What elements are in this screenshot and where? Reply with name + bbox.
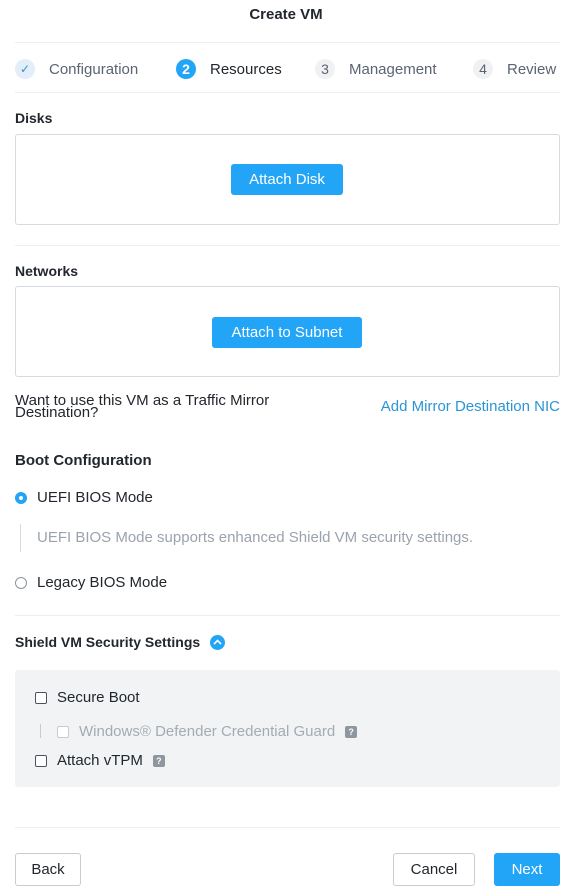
step-management[interactable]: 3 Management (315, 57, 437, 81)
footer-divider (15, 827, 560, 828)
legacy-bios-radio[interactable]: Legacy BIOS Mode (15, 574, 167, 591)
networks-label: Networks (15, 263, 79, 279)
step-label: Management (349, 60, 437, 78)
add-mirror-destination-nic-link[interactable]: Add Mirror Destination NIC (381, 398, 560, 415)
radio-label: Legacy BIOS Mode (37, 574, 168, 591)
radio-unselected-icon (15, 576, 27, 589)
radio-label: UEFI BIOS Mode (37, 489, 153, 506)
uefi-description: UEFI BIOS Mode supports enhanced Shield … (20, 524, 473, 552)
back-button[interactable]: Back (15, 853, 81, 886)
step-number-badge: 4 (473, 59, 493, 79)
uefi-bios-radio[interactable]: UEFI BIOS Mode (15, 489, 153, 506)
check-icon: ✓ (15, 59, 35, 79)
checkbox-icon (35, 754, 47, 767)
step-resources[interactable]: 2 Resources (176, 57, 282, 81)
boot-configuration-label: Boot Configuration (15, 452, 152, 469)
checkbox-icon (57, 725, 69, 738)
checkbox-label: Attach vTPM (57, 752, 143, 769)
cancel-button[interactable]: Cancel (393, 853, 475, 886)
attach-to-subnet-button[interactable]: Attach to Subnet (212, 317, 362, 348)
credential-guard-checkbox: Windows® Defender Credential Guard ? (57, 723, 358, 740)
checkbox-icon (35, 691, 47, 704)
shield-settings-label: Shield VM Security Settings (15, 634, 201, 650)
help-icon[interactable]: ? (345, 725, 358, 738)
next-button[interactable]: Next (494, 853, 560, 886)
step-configuration[interactable]: ✓ Configuration (15, 57, 138, 81)
help-icon[interactable]: ? (152, 754, 165, 767)
header-divider (15, 42, 560, 43)
stepper-divider (15, 92, 560, 93)
step-review[interactable]: 4 Review (473, 57, 556, 81)
step-number-badge: 3 (315, 59, 335, 79)
checkbox-label: Windows® Defender Credential Guard (79, 723, 336, 740)
secure-boot-checkbox[interactable]: Secure Boot (35, 689, 140, 706)
chevron-up-icon[interactable] (210, 634, 226, 650)
attach-disk-button[interactable]: Attach Disk (231, 164, 343, 195)
disks-label: Disks (15, 110, 53, 126)
step-label: Resources (210, 60, 282, 78)
step-label: Review (507, 60, 557, 78)
boot-divider (15, 615, 560, 616)
modal-title: Create VM (249, 6, 323, 23)
step-number-badge: 2 (176, 59, 196, 79)
traffic-mirror-question: Want to use this VM as a Traffic Mirror … (15, 392, 270, 421)
attach-vtpm-checkbox[interactable]: Attach vTPM ? (35, 752, 165, 769)
disks-divider (15, 245, 560, 246)
checkbox-label: Secure Boot (57, 689, 140, 706)
shield-settings-toggle[interactable]: Shield VM Security Settings (15, 634, 226, 650)
indent-bar (40, 724, 41, 738)
radio-selected-icon (15, 491, 27, 504)
step-label: Configuration (49, 60, 139, 78)
